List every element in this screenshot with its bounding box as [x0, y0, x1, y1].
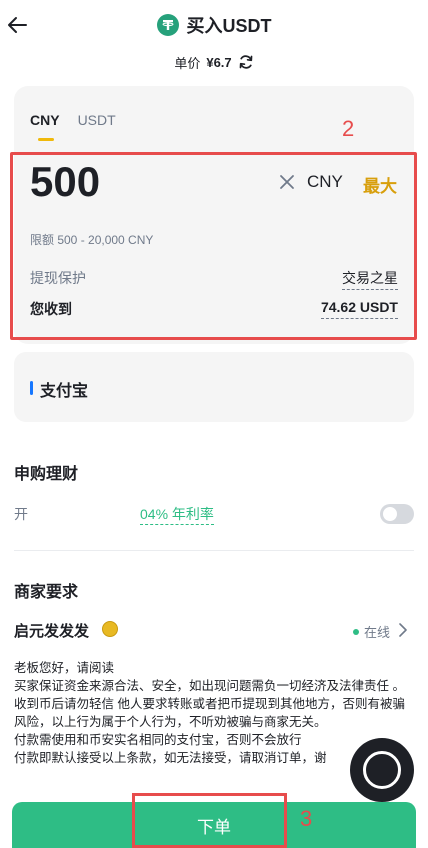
toggle-knob [383, 507, 397, 521]
merchant-name: 启元发发发 [14, 623, 90, 640]
merchant-section-title: 商家要求 [14, 584, 79, 601]
online-dot-icon [352, 628, 359, 635]
section-divider [14, 550, 414, 551]
chevron-right-icon[interactable] [398, 623, 408, 637]
tab-usdt[interactable]: USDT [78, 112, 116, 128]
page-title: 买入USDT [186, 16, 272, 36]
refresh-icon[interactable] [238, 54, 254, 70]
earn-section-title: 申购理财 [14, 466, 79, 483]
floating-assistive-button[interactable] [350, 738, 414, 802]
earn-rate-link[interactable]: 04% 年利率 [140, 504, 214, 525]
terms-line: 老板您好，请阅读 [14, 661, 115, 675]
title-group: 买入USDT [0, 12, 428, 38]
merchant-row[interactable]: 启元发发发 在线 [14, 620, 414, 642]
annotation-box-2 [10, 152, 417, 340]
unit-price-label: 单价 [174, 55, 201, 71]
payment-method-label: 支付宝 [40, 383, 89, 400]
unit-price-value: ¥6.7 [206, 54, 232, 70]
tab-cny[interactable]: CNY [30, 112, 60, 141]
annotation-label-2: 2 [342, 116, 355, 141]
terms-line: 付款需使用和币安实名相同的支付宝，否则不会放行 [14, 733, 302, 747]
terms-line: 买家保证资金来源合法、安全，如出现问题需负一切经济及法律责任 。 [14, 679, 405, 693]
floating-ring-icon [363, 751, 401, 789]
earn-prefix: 开 [14, 506, 28, 522]
currency-tabs: CNY USDT [30, 112, 116, 141]
earn-row: 开 04% 年利率 [14, 482, 414, 540]
tether-logo-icon [156, 14, 179, 36]
payment-accent-bar [30, 381, 33, 395]
header: 买入USDT [0, 0, 428, 52]
earn-toggle[interactable] [380, 504, 414, 524]
merchant-badge-icon [102, 621, 118, 637]
annotation-box-3 [132, 793, 287, 848]
terms-line: 收到币后请勿轻信 他人要求转账或者把币提现到其他地方，否则有被骗风险，以上行为属… [14, 697, 405, 729]
unit-price-row: 单价 ¥6.7 [0, 52, 428, 72]
annotation-label-3: 3 [300, 806, 313, 831]
merchant-terms: 老板您好，请阅读 买家保证资金来源合法、安全，如出现问题需负一切经济及法律责任 … [14, 659, 414, 767]
online-status: 在线 [352, 622, 390, 641]
payment-method-card[interactable]: 支付宝 [14, 352, 414, 422]
online-status-label: 在线 [363, 625, 390, 640]
